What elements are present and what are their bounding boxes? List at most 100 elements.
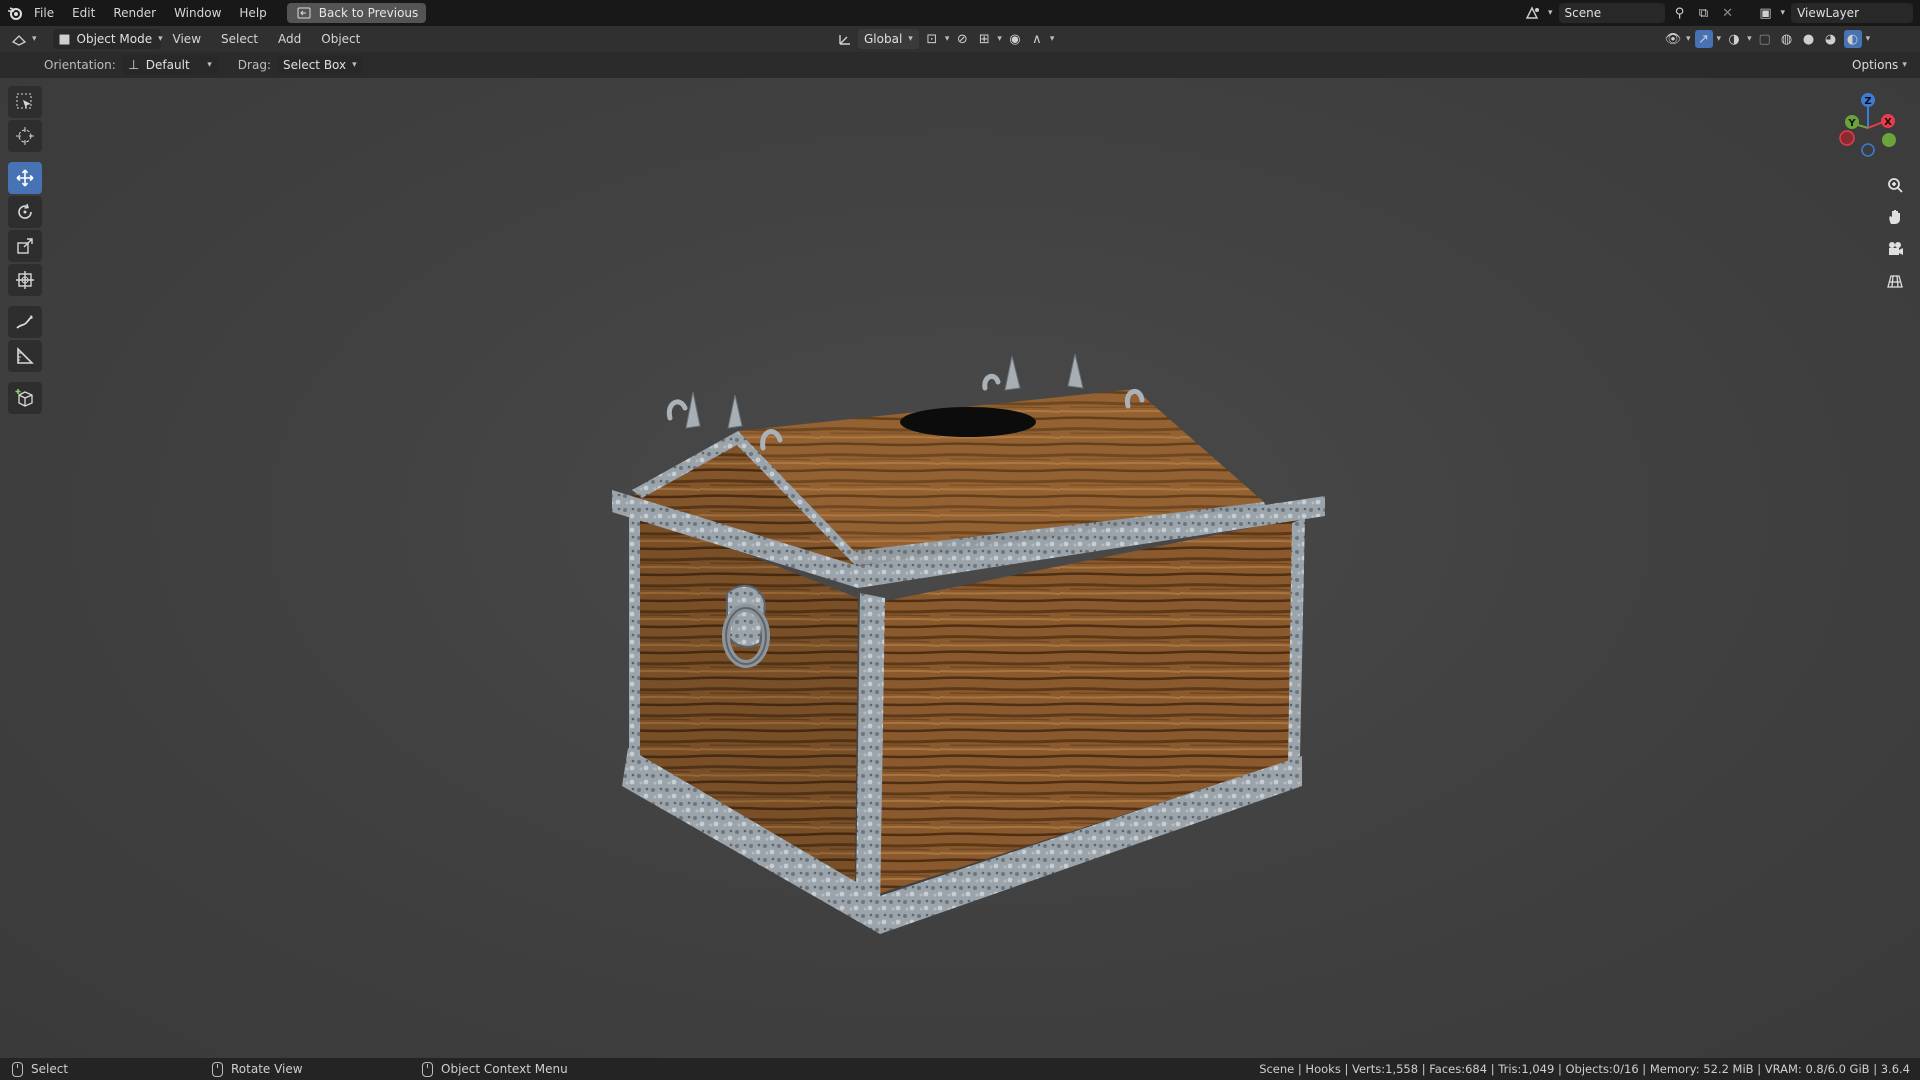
scene-name-field[interactable]: Scene [1558, 3, 1665, 23]
move-icon [16, 169, 34, 187]
rotate-tool[interactable] [8, 196, 42, 228]
options-button[interactable]: Options [1852, 58, 1898, 72]
mode-label: Object Mode [76, 32, 153, 46]
new-scene-icon[interactable]: ⧉ [1695, 4, 1713, 22]
transform-orientation-icon[interactable] [836, 30, 854, 48]
viewport-header: ▾ ■ Object Mode ▾ View Select Add Object… [0, 26, 1920, 52]
tool-shelf [8, 86, 44, 414]
view-layer-field[interactable]: ViewLayer [1791, 3, 1914, 23]
orientation-label: Orientation: [44, 58, 116, 72]
status-context-menu-label: Object Context Menu [441, 1062, 568, 1076]
snap-target-icon[interactable]: ⊞ [975, 30, 993, 48]
status-context-menu: Object Context Menu [422, 1061, 568, 1077]
transform-orientation-dropdown[interactable]: Global ▾ [858, 29, 919, 49]
mode-selector[interactable]: ■ Object Mode ▾ [52, 29, 163, 49]
visibility-caret-icon[interactable]: ▾ [1686, 34, 1691, 44]
pan-hand-icon[interactable] [1882, 204, 1908, 230]
overlay-toggle-icon[interactable]: ◑ [1725, 30, 1743, 48]
scale-tool[interactable] [8, 230, 42, 262]
measure-icon [17, 347, 34, 364]
add-cube-icon [15, 389, 33, 407]
status-rotate-view-label: Rotate View [231, 1062, 303, 1076]
menu-file[interactable]: File [26, 2, 62, 24]
annotate-tool[interactable] [8, 306, 42, 338]
drag-dropdown[interactable]: Select Box ▾ [276, 55, 363, 75]
object-mode-icon: ■ [58, 31, 71, 47]
header-menu-view[interactable]: View [165, 28, 209, 50]
material-preview-shading-icon[interactable]: ◕ [1822, 30, 1840, 48]
navigation-gizmo[interactable]: Z Y X [1830, 86, 1910, 166]
options-caret-icon[interactable]: ▾ [1902, 60, 1907, 70]
view-layer-icon[interactable]: ▣ [1757, 4, 1775, 22]
snap-icon[interactable]: ⊘ [953, 30, 971, 48]
trim-left-edge [629, 513, 640, 758]
falloff-icon[interactable]: ∧ [1028, 30, 1046, 48]
select-box-icon [16, 93, 32, 109]
view-layer-caret-icon[interactable]: ▾ [1781, 8, 1786, 18]
drag-value: Select Box [282, 58, 347, 72]
scene-statistics: Scene | Hooks | Verts:1,558 | Faces:684 … [1259, 1062, 1910, 1076]
mouse-middle-icon [212, 1061, 223, 1077]
annotate-icon [16, 315, 33, 329]
add-cube-tool[interactable] [8, 382, 42, 414]
scene-caret-icon[interactable]: ▾ [1548, 8, 1553, 18]
header-menu-add[interactable]: Add [270, 28, 309, 50]
blender-logo-icon[interactable] [6, 4, 24, 22]
orientation-icon: ⊥ [128, 57, 140, 73]
scale-icon [17, 238, 33, 254]
xray-toggle-icon[interactable]: ▢ [1756, 30, 1774, 48]
status-bar: Select Rotate View Object Context Menu S… [0, 1058, 1920, 1080]
back-to-previous-button[interactable]: Back to Previous [286, 3, 427, 23]
proportional-editing-icon[interactable]: ◉ [1006, 30, 1024, 48]
mode-caret-icon: ▾ [158, 34, 163, 44]
menu-window[interactable]: Window [166, 2, 229, 24]
neg-x-axis-icon [1839, 130, 1855, 146]
pin-icon[interactable]: ⚲ [1671, 4, 1689, 22]
gizmo-label-y: Y [1847, 118, 1856, 129]
falloff-caret-icon[interactable]: ▾ [1050, 34, 1055, 44]
editor-type-caret-icon[interactable]: ▾ [32, 34, 37, 44]
back-screen-icon [295, 4, 313, 22]
rotate-icon [18, 203, 32, 219]
cursor-icon [16, 127, 34, 145]
measure-tool[interactable] [8, 340, 42, 372]
cursor-tool[interactable] [8, 120, 42, 152]
zoom-icon[interactable] [1882, 172, 1908, 198]
gizmo-toggle-icon[interactable]: ↗ [1694, 30, 1713, 48]
gizmo-caret-icon[interactable]: ▾ [1717, 34, 1722, 44]
status-select: Select [12, 1061, 212, 1077]
pivot-point-icon[interactable]: ⊡ [923, 30, 941, 48]
shading-caret-icon[interactable]: ▾ [1866, 34, 1871, 44]
3d-viewport[interactable]: Z Y X [0, 78, 1920, 1058]
orientation-dropdown[interactable]: ⊥ Default ▾ [121, 55, 218, 75]
menu-edit[interactable]: Edit [64, 2, 103, 24]
visibility-icon[interactable]: 👁 [1664, 30, 1682, 48]
rendered-shading-icon[interactable]: ◐ [1843, 30, 1862, 48]
move-tool[interactable] [8, 162, 42, 194]
select-box-tool[interactable] [8, 86, 42, 118]
overlay-caret-icon[interactable]: ▾ [1747, 34, 1752, 44]
drag-label: Drag: [237, 58, 271, 72]
delete-scene-icon[interactable]: ✕ [1719, 4, 1737, 22]
menu-render[interactable]: Render [105, 2, 164, 24]
scene-icon[interactable] [1524, 4, 1542, 22]
menu-help[interactable]: Help [231, 2, 274, 24]
wireframe-shading-icon[interactable]: ◍ [1778, 30, 1796, 48]
header-menu-select[interactable]: Select [213, 28, 266, 50]
treasure-chest-model[interactable] [580, 268, 1340, 988]
ortho-grid-icon[interactable] [1882, 268, 1908, 294]
viewport-navigation [1882, 172, 1908, 294]
mouse-right-icon [422, 1061, 433, 1077]
mouse-left-icon [12, 1061, 23, 1077]
editor-type-icon[interactable] [10, 30, 28, 48]
pivot-caret-icon[interactable]: ▾ [945, 34, 950, 44]
gizmo-label-z: Z [1864, 96, 1871, 107]
neg-z-axis-icon [1861, 143, 1875, 157]
gizmo-label-x: X [1884, 117, 1892, 128]
snap-caret-icon[interactable]: ▾ [997, 34, 1002, 44]
status-select-label: Select [31, 1062, 69, 1076]
solid-shading-icon[interactable]: ● [1800, 30, 1818, 48]
camera-view-icon[interactable] [1882, 236, 1908, 262]
header-menu-object[interactable]: Object [313, 28, 368, 50]
transform-tool[interactable] [8, 264, 42, 296]
